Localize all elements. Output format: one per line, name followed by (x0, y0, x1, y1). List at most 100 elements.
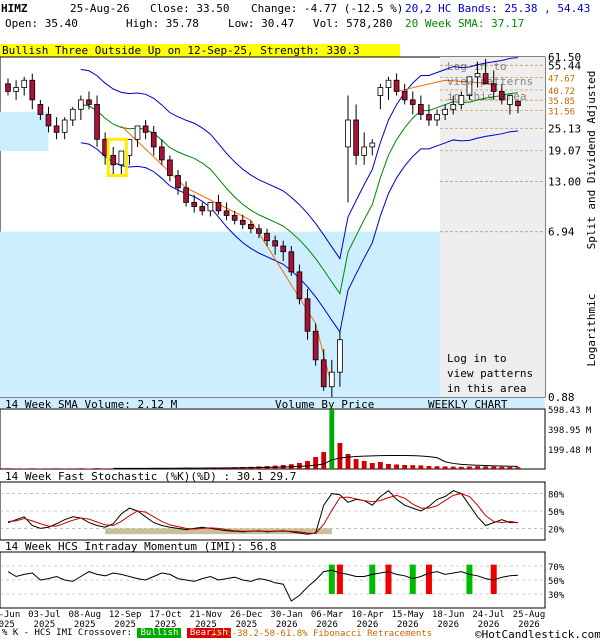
bearish-candle (409, 99, 416, 105)
volume-y-ticks: 598.43 M 398.95 M 199.48 M (548, 406, 592, 456)
legend-bullish: Bullish (137, 628, 182, 638)
volume-bar (86, 468, 92, 469)
bearish-candle (304, 298, 311, 332)
volume-bar (337, 442, 343, 469)
split-adjusted-label: Split and Dividend Adjusted (585, 71, 598, 250)
x-label-date: 26-Dec (230, 610, 263, 620)
volume-bar (467, 466, 472, 469)
bearish-candle (215, 202, 222, 212)
bearish-candle (248, 223, 254, 230)
bearish-candle (110, 154, 117, 166)
chart-canvas: 61.5055.4447.6740.7235.8531.5625.1319.07… (0, 51, 598, 630)
stochastic-lines (0, 490, 545, 535)
legend-prefix: % K - HCS IMI Crossover: (2, 628, 133, 638)
main-panel-y-ticks: 61.5055.4447.6740.7235.8531.5625.1319.07… (548, 51, 581, 404)
bearish-candle (45, 114, 52, 127)
volume-bar (46, 468, 51, 469)
volume-bar (361, 460, 367, 469)
bearish-candle (223, 210, 230, 216)
bullish-candle (385, 79, 392, 88)
volume-y-tick: 598.43 M (548, 406, 592, 416)
stochastic-y-ticks: 80% 50% 20% (548, 491, 565, 536)
volume-bar (450, 466, 456, 469)
bullish-candle (442, 108, 448, 115)
x-label-date: 17-Oct (149, 610, 182, 620)
y-tick-label: 47.67 (548, 74, 575, 84)
bullish-candle (450, 104, 457, 110)
bearish-candle (288, 251, 295, 273)
volume-bar (475, 466, 480, 469)
x-label-year: 2026 (437, 620, 459, 630)
bearish-candle (231, 215, 238, 221)
bullish-candle (328, 371, 335, 388)
stochastic-panel-title: 14 Week Fast Stochastic (%K)(%D) : 30.1 … (5, 470, 296, 483)
volume-bar (70, 468, 76, 469)
bullish-candle (13, 87, 19, 92)
y-tick-label: 35.85 (548, 97, 575, 107)
volume-bar (499, 466, 505, 469)
bearish-candle (150, 131, 157, 148)
y-tick-label: 0.88 (548, 391, 575, 404)
imi-lines (0, 564, 545, 602)
bullish-candle (369, 142, 376, 148)
volume-bar (377, 461, 383, 469)
login-top-line-3: in this area (447, 90, 526, 103)
volume-bar (394, 464, 399, 469)
imi-y-ticks: 70% 50% 30% (548, 563, 565, 601)
bearish-candle (53, 125, 60, 133)
bearish-crossover-bar (425, 564, 432, 594)
x-label-date: 12-Sep (109, 610, 142, 620)
x-label-date: 18-Jun (432, 610, 465, 620)
x-label-date: 06-Mar (311, 610, 344, 620)
y-tick-label: 31.56 (548, 107, 575, 117)
bearish-candle (175, 175, 181, 189)
bearish-candle (142, 125, 149, 133)
bullish-candle (377, 87, 384, 96)
bearish-candle (183, 187, 189, 203)
volume-y-tick: 398.95 M (548, 426, 592, 436)
volume-bar (102, 468, 108, 469)
bullish-candle (118, 150, 125, 166)
login-line-3: in this area (447, 382, 526, 395)
volume-bar (353, 458, 359, 469)
y-tick-label: 55.44 (548, 59, 581, 72)
x-label-date: 08-Aug (69, 610, 102, 620)
imi-y-tick: 70% (548, 563, 565, 573)
bullish-crossover-bar (466, 564, 473, 594)
bearish-candle (426, 114, 432, 121)
imi-line (7, 569, 519, 602)
y-tick-label: 40.72 (548, 87, 575, 97)
bearish-candle (86, 99, 92, 105)
bearish-candle (296, 271, 303, 300)
volume-bar (369, 462, 375, 469)
volume-bar (410, 465, 416, 469)
bearish-candle (29, 79, 36, 101)
bearish-candle (94, 104, 100, 140)
volume-bar (402, 464, 408, 469)
site-credit[interactable]: ©HotCandlestick.com (475, 628, 600, 641)
bearish-candle (280, 245, 287, 253)
x-axis-labels: 06-Jun202503-Jul202508-Aug202512-Sep2025… (0, 610, 545, 630)
bullish-crossover-bar (328, 564, 335, 594)
login-top-line-1: Log in to (447, 60, 507, 73)
bullish-candle (434, 114, 440, 121)
bearish-crossover-bar (385, 564, 392, 594)
bearish-candle (264, 232, 270, 242)
volume-bar (442, 466, 448, 469)
bullish-candle (21, 79, 28, 88)
imi-y-tick: 50% (548, 577, 565, 587)
bearish-candle (5, 83, 11, 92)
bearish-candle (320, 359, 327, 388)
volume-bar (13, 468, 19, 469)
bearish-candle (199, 206, 206, 212)
logarithmic-label: Logarithmic (585, 294, 598, 367)
bullish-candle (361, 146, 368, 156)
bullish-crossover-bar (409, 564, 416, 594)
shade-region (0, 111, 49, 152)
volume-bar (54, 468, 59, 469)
bullish-candle (61, 119, 68, 133)
imi-panel-title: 14 Week HCS Intraday Momentum (IMI): 56.… (5, 540, 277, 553)
volume-bar (345, 453, 351, 469)
bullish-candle (134, 125, 141, 140)
bearish-candle (158, 146, 165, 161)
